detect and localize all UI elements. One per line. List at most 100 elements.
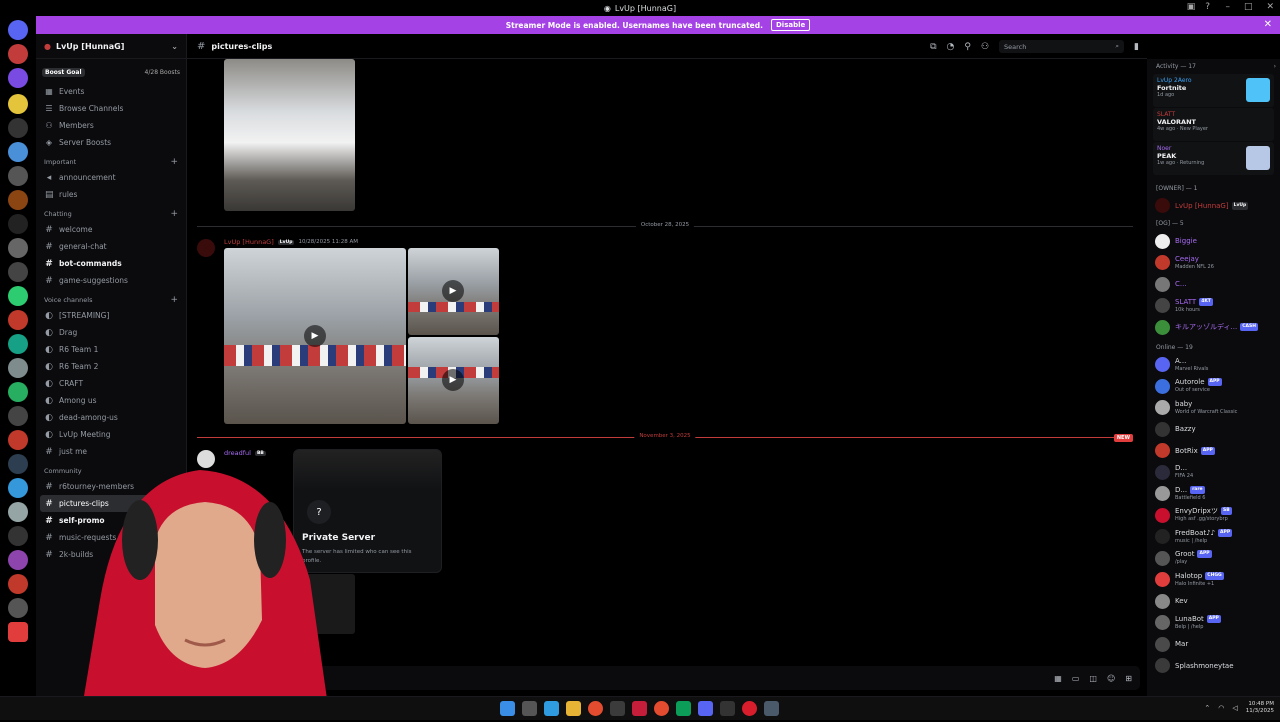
boost-goal-bar[interactable]: Boost Goal 4/28 Boosts [42, 65, 180, 79]
member-item[interactable]: Bazzy [1147, 419, 1280, 441]
home-icon[interactable] [8, 20, 28, 40]
member-item[interactable]: SLATT 4KT 10k hours [1147, 295, 1280, 317]
inbox-icon[interactable]: ▮ [1134, 42, 1139, 52]
gif-icon[interactable]: ▭ [1072, 674, 1080, 683]
server-icon[interactable] [8, 190, 28, 210]
server-icon[interactable] [8, 286, 28, 306]
server-icon[interactable] [8, 598, 28, 618]
app-icon[interactable] [764, 701, 779, 716]
help-icon[interactable]: ? [1205, 2, 1210, 12]
inbox-icon[interactable]: ▣ [1187, 2, 1196, 12]
voice-craft[interactable]: ◐ CRAFT [36, 375, 186, 392]
server-icon[interactable] [8, 430, 28, 450]
threads-icon[interactable]: ⧉ [930, 42, 936, 52]
channel-general-chat[interactable]: # general-chat [36, 238, 186, 255]
new-server-icon[interactable] [8, 622, 28, 642]
member-item[interactable]: C... [1147, 274, 1280, 296]
server-icon[interactable] [8, 526, 28, 546]
attachment-image[interactable] [224, 59, 355, 211]
member-item[interactable]: Mar [1147, 634, 1280, 656]
discord-icon[interactable] [698, 701, 713, 716]
app-icon[interactable] [676, 701, 691, 716]
sticker-icon[interactable]: ◫ [1089, 674, 1097, 683]
store-icon[interactable] [610, 701, 625, 716]
chrome-icon[interactable] [588, 701, 603, 716]
server-icon[interactable] [8, 334, 28, 354]
channel-bot-commands[interactable]: # bot-commands [36, 255, 186, 272]
voice-dead-among-us[interactable]: ◐ dead-among-us [36, 409, 186, 426]
opera-icon[interactable] [742, 701, 757, 716]
search-input[interactable]: Search ⌕ [999, 40, 1125, 53]
gift-icon[interactable]: ▦ [1054, 674, 1062, 683]
channel-game-suggestions[interactable]: # game-suggestions [36, 272, 186, 289]
member-owner[interactable]: LvUp [HunnaG] LvUp [1147, 195, 1280, 217]
avatar[interactable] [197, 239, 215, 257]
server-icon[interactable] [8, 502, 28, 522]
close-window-button[interactable]: ✕ [1266, 2, 1274, 12]
server-icon[interactable] [8, 44, 28, 64]
add-channel-icon[interactable]: + [170, 157, 178, 167]
server-icon[interactable] [8, 166, 28, 186]
voice-r6-team-1[interactable]: ◐ R6 Team 1 [36, 341, 186, 358]
server-icon[interactable] [8, 550, 28, 570]
app-icon[interactable] [720, 701, 735, 716]
video-attachment[interactable]: ▶ [408, 337, 499, 424]
channel-announcement[interactable]: ◂ announcement [36, 169, 186, 186]
category-chatting[interactable]: Chatting + [36, 207, 186, 221]
clock[interactable]: 10:48 PM 11/3/2025 [1246, 701, 1274, 715]
file-explorer-icon[interactable] [566, 701, 581, 716]
server-icon[interactable] [8, 142, 28, 162]
server-icon[interactable] [8, 358, 28, 378]
member-item[interactable]: BotRix APP [1147, 440, 1280, 462]
voice-r6-team-2[interactable]: ◐ R6 Team 2 [36, 358, 186, 375]
voice-streaming[interactable]: ◐ [STREAMING] [36, 307, 186, 324]
member-item[interactable]: D... FIFA 24 [1147, 462, 1280, 484]
member-item[interactable]: LunaBot APP Belp | /help [1147, 612, 1280, 634]
channel-rules[interactable]: ▤ rules [36, 186, 186, 203]
nav-members[interactable]: ⚇ Members [36, 117, 186, 134]
app-icon[interactable] [632, 701, 647, 716]
video-attachment[interactable]: ▶ [408, 248, 499, 335]
nav-events[interactable]: ▦ Events [36, 83, 186, 100]
play-icon[interactable]: ▶ [442, 369, 464, 391]
member-item[interactable]: Autorole APP Out of service [1147, 376, 1280, 398]
server-icon[interactable] [8, 238, 28, 258]
server-icon[interactable] [8, 454, 28, 474]
chrome-icon[interactable] [654, 701, 669, 716]
server-icon[interactable] [8, 406, 28, 426]
member-item[interactable]: Groot APP/play [1147, 548, 1280, 570]
server-icon[interactable] [8, 118, 28, 138]
notification-bell-icon[interactable]: ◔ [947, 42, 955, 52]
disable-streamer-mode-button[interactable]: Disable [771, 19, 811, 31]
play-icon[interactable]: ▶ [442, 280, 464, 302]
activity-card[interactable]: LvUp 2Aero Fortnite 1d ago [1153, 74, 1274, 107]
emoji-icon[interactable]: ☺ [1107, 674, 1115, 683]
add-channel-icon[interactable]: + [170, 209, 178, 219]
member-item[interactable]: D... rare Battlefield 6 [1147, 483, 1280, 505]
server-icon[interactable] [8, 310, 28, 330]
server-icon[interactable] [8, 262, 28, 282]
start-icon[interactable] [500, 701, 515, 716]
volume-icon[interactable]: ◁ [1232, 704, 1237, 712]
chevron-up-icon[interactable]: ⌃ [1204, 704, 1210, 712]
member-item[interactable]: Ceejay Madden NFL 26 [1147, 252, 1280, 274]
activity-card[interactable]: SLATT VALORANT 4w ago · New Player [1153, 108, 1274, 141]
apps-icon[interactable]: ⊞ [1125, 674, 1132, 683]
nav-server-boosts[interactable]: ◈ Server Boosts [36, 134, 186, 151]
server-icon[interactable] [8, 94, 28, 114]
video-attachment[interactable]: ▶ [224, 248, 406, 424]
server-icon[interactable] [8, 574, 28, 594]
channel-welcome[interactable]: # welcome [36, 221, 186, 238]
activity-card[interactable]: Noer PEAK 1w ago · Returning [1153, 142, 1274, 175]
server-icon[interactable] [8, 382, 28, 402]
voice-drag[interactable]: ◐ Drag [36, 324, 186, 341]
member-item[interactable]: Halotop CHGG Halo Infinite +1 [1147, 569, 1280, 591]
member-item[interactable]: Kev [1147, 591, 1280, 613]
nav-browse-channels[interactable]: ☰ Browse Channels [36, 100, 186, 117]
member-list-icon[interactable]: ⚇ [981, 42, 989, 52]
play-icon[interactable]: ▶ [304, 325, 326, 347]
voice-among-us[interactable]: ◐ Among us [36, 392, 186, 409]
member-item[interactable]: FredBoat♪♪ APP music | /help [1147, 526, 1280, 548]
server-header[interactable]: ● LvUp [HunnaG] ⌄ [36, 34, 186, 59]
voice-lvup-meeting[interactable]: ◐ LvUp Meeting [36, 426, 186, 443]
